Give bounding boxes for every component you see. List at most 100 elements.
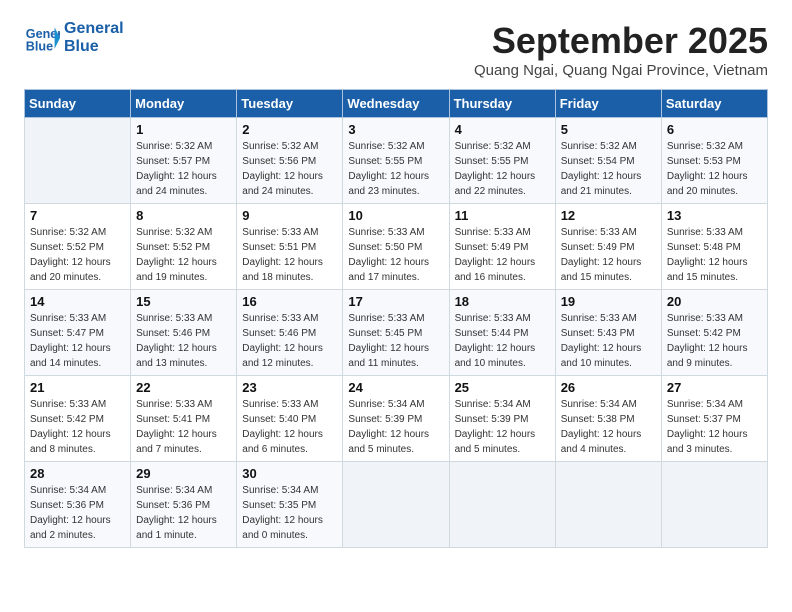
day-info: Sunrise: 5:34 AM Sunset: 5:39 PM Dayligh…	[455, 397, 550, 457]
calendar-cell: 14Sunrise: 5:33 AM Sunset: 5:47 PM Dayli…	[25, 290, 131, 376]
calendar-cell: 30Sunrise: 5:34 AM Sunset: 5:35 PM Dayli…	[237, 462, 343, 548]
day-number: 18	[455, 294, 550, 309]
day-info: Sunrise: 5:33 AM Sunset: 5:49 PM Dayligh…	[561, 225, 656, 285]
day-info: Sunrise: 5:34 AM Sunset: 5:36 PM Dayligh…	[30, 483, 125, 543]
day-info: Sunrise: 5:32 AM Sunset: 5:53 PM Dayligh…	[667, 139, 762, 199]
calendar-cell: 17 Sunrise: 5:33 AM Sunset: 5:45 PM Dayli…	[343, 290, 449, 376]
logo-blue: Blue	[64, 38, 124, 56]
week-row-1: 1Sunrise: 5:32 AM Sunset: 5:57 PM Daylig…	[25, 118, 768, 204]
day-number: 23	[242, 380, 337, 395]
day-info: Sunrise: 5:33 AM Sunset: 5:44 PM Dayligh…	[455, 311, 550, 371]
day-number: 28	[30, 466, 125, 481]
day-number: 13	[667, 208, 762, 223]
day-number: 10	[348, 208, 443, 223]
weekday-header-sunday: Sunday	[25, 90, 131, 118]
day-number: 19	[561, 294, 656, 309]
calendar-cell: 21Sunrise: 5:33 AM Sunset: 5:42 PM Dayli…	[25, 376, 131, 462]
day-info: Sunrise: 5:32 AM Sunset: 5:54 PM Dayligh…	[561, 139, 656, 199]
day-info: Sunrise: 5:32 AM Sunset: 5:55 PM Dayligh…	[455, 139, 550, 199]
location: Quang Ngai, Quang Ngai Province, Vietnam	[474, 62, 768, 79]
calendar-cell: 18 Sunrise: 5:33 AM Sunset: 5:44 PM Dayli…	[449, 290, 555, 376]
weekday-header-wednesday: Wednesday	[343, 90, 449, 118]
calendar-cell: 3 Sunrise: 5:32 AM Sunset: 5:55 PM Daylig…	[343, 118, 449, 204]
day-info: Sunrise: 5:32 AM Sunset: 5:52 PM Dayligh…	[136, 225, 231, 285]
day-number: 17	[348, 294, 443, 309]
day-number: 8	[136, 208, 231, 223]
calendar-cell	[661, 462, 767, 548]
day-info: Sunrise: 5:32 AM Sunset: 5:56 PM Dayligh…	[242, 139, 337, 199]
weekday-header-thursday: Thursday	[449, 90, 555, 118]
calendar-cell: 22 Sunrise: 5:33 AM Sunset: 5:41 PM Dayli…	[131, 376, 237, 462]
day-number: 12	[561, 208, 656, 223]
day-number: 30	[242, 466, 337, 481]
day-info: Sunrise: 5:33 AM Sunset: 5:50 PM Dayligh…	[348, 225, 443, 285]
weekday-header-saturday: Saturday	[661, 90, 767, 118]
day-number: 9	[242, 208, 337, 223]
day-info: Sunrise: 5:33 AM Sunset: 5:46 PM Dayligh…	[136, 311, 231, 371]
day-info: Sunrise: 5:34 AM Sunset: 5:38 PM Dayligh…	[561, 397, 656, 457]
title-block: September 2025 Quang Ngai, Quang Ngai Pr…	[474, 20, 768, 79]
calendar-cell	[343, 462, 449, 548]
page-header: General Blue General Blue September 2025…	[24, 20, 768, 79]
calendar-cell: 6 Sunrise: 5:32 AM Sunset: 5:53 PM Daylig…	[661, 118, 767, 204]
day-info: Sunrise: 5:33 AM Sunset: 5:49 PM Dayligh…	[455, 225, 550, 285]
week-row-2: 7 Sunrise: 5:32 AM Sunset: 5:52 PM Daylig…	[25, 204, 768, 290]
day-number: 14	[30, 294, 125, 309]
day-number: 22	[136, 380, 231, 395]
day-number: 4	[455, 122, 550, 137]
day-info: Sunrise: 5:34 AM Sunset: 5:36 PM Dayligh…	[136, 483, 231, 543]
calendar-cell: 29Sunrise: 5:34 AM Sunset: 5:36 PM Dayli…	[131, 462, 237, 548]
day-info: Sunrise: 5:33 AM Sunset: 5:43 PM Dayligh…	[561, 311, 656, 371]
calendar-cell: 12 Sunrise: 5:33 AM Sunset: 5:49 PM Dayli…	[555, 204, 661, 290]
month-title: September 2025	[474, 20, 768, 62]
calendar-cell: 10 Sunrise: 5:33 AM Sunset: 5:50 PM Dayli…	[343, 204, 449, 290]
day-info: Sunrise: 5:33 AM Sunset: 5:51 PM Dayligh…	[242, 225, 337, 285]
day-number: 11	[455, 208, 550, 223]
day-info: Sunrise: 5:33 AM Sunset: 5:41 PM Dayligh…	[136, 397, 231, 457]
weekday-header-friday: Friday	[555, 90, 661, 118]
day-number: 3	[348, 122, 443, 137]
day-number: 15	[136, 294, 231, 309]
week-row-3: 14Sunrise: 5:33 AM Sunset: 5:47 PM Dayli…	[25, 290, 768, 376]
day-info: Sunrise: 5:33 AM Sunset: 5:42 PM Dayligh…	[667, 311, 762, 371]
day-info: Sunrise: 5:33 AM Sunset: 5:45 PM Dayligh…	[348, 311, 443, 371]
logo-general: General	[64, 20, 124, 38]
calendar-cell: 27 Sunrise: 5:34 AM Sunset: 5:37 PM Dayli…	[661, 376, 767, 462]
calendar-cell: 20Sunrise: 5:33 AM Sunset: 5:42 PM Dayli…	[661, 290, 767, 376]
calendar-table: SundayMondayTuesdayWednesdayThursdayFrid…	[24, 89, 768, 548]
day-number: 25	[455, 380, 550, 395]
week-row-5: 28 Sunrise: 5:34 AM Sunset: 5:36 PM Dayli…	[25, 462, 768, 548]
week-row-4: 21Sunrise: 5:33 AM Sunset: 5:42 PM Dayli…	[25, 376, 768, 462]
calendar-cell	[555, 462, 661, 548]
calendar-cell	[449, 462, 555, 548]
day-info: Sunrise: 5:32 AM Sunset: 5:52 PM Dayligh…	[30, 225, 125, 285]
day-number: 1	[136, 122, 231, 137]
day-number: 2	[242, 122, 337, 137]
day-info: Sunrise: 5:32 AM Sunset: 5:55 PM Dayligh…	[348, 139, 443, 199]
calendar-cell: 25 Sunrise: 5:34 AM Sunset: 5:39 PM Dayli…	[449, 376, 555, 462]
day-info: Sunrise: 5:34 AM Sunset: 5:39 PM Dayligh…	[348, 397, 443, 457]
weekday-header-tuesday: Tuesday	[237, 90, 343, 118]
calendar-cell: 4 Sunrise: 5:32 AM Sunset: 5:55 PM Daylig…	[449, 118, 555, 204]
calendar-cell: 26 Sunrise: 5:34 AM Sunset: 5:38 PM Dayli…	[555, 376, 661, 462]
weekday-header-monday: Monday	[131, 90, 237, 118]
day-number: 7	[30, 208, 125, 223]
day-number: 26	[561, 380, 656, 395]
calendar-cell: 1Sunrise: 5:32 AM Sunset: 5:57 PM Daylig…	[131, 118, 237, 204]
calendar-cell: 2 Sunrise: 5:32 AM Sunset: 5:56 PM Daylig…	[237, 118, 343, 204]
day-number: 27	[667, 380, 762, 395]
calendar-cell: 16Sunrise: 5:33 AM Sunset: 5:46 PM Dayli…	[237, 290, 343, 376]
day-info: Sunrise: 5:33 AM Sunset: 5:40 PM Dayligh…	[242, 397, 337, 457]
calendar-cell: 24Sunrise: 5:34 AM Sunset: 5:39 PM Dayli…	[343, 376, 449, 462]
calendar-cell: 8 Sunrise: 5:32 AM Sunset: 5:52 PM Daylig…	[131, 204, 237, 290]
calendar-cell: 13Sunrise: 5:33 AM Sunset: 5:48 PM Dayli…	[661, 204, 767, 290]
calendar-cell: 15 Sunrise: 5:33 AM Sunset: 5:46 PM Dayli…	[131, 290, 237, 376]
day-info: Sunrise: 5:33 AM Sunset: 5:42 PM Dayligh…	[30, 397, 125, 457]
weekday-header-row: SundayMondayTuesdayWednesdayThursdayFrid…	[25, 90, 768, 118]
calendar-cell: 23 Sunrise: 5:33 AM Sunset: 5:40 PM Dayli…	[237, 376, 343, 462]
day-number: 16	[242, 294, 337, 309]
day-info: Sunrise: 5:34 AM Sunset: 5:37 PM Dayligh…	[667, 397, 762, 457]
calendar-cell: 9 Sunrise: 5:33 AM Sunset: 5:51 PM Daylig…	[237, 204, 343, 290]
day-number: 6	[667, 122, 762, 137]
logo: General Blue General Blue	[24, 20, 124, 56]
